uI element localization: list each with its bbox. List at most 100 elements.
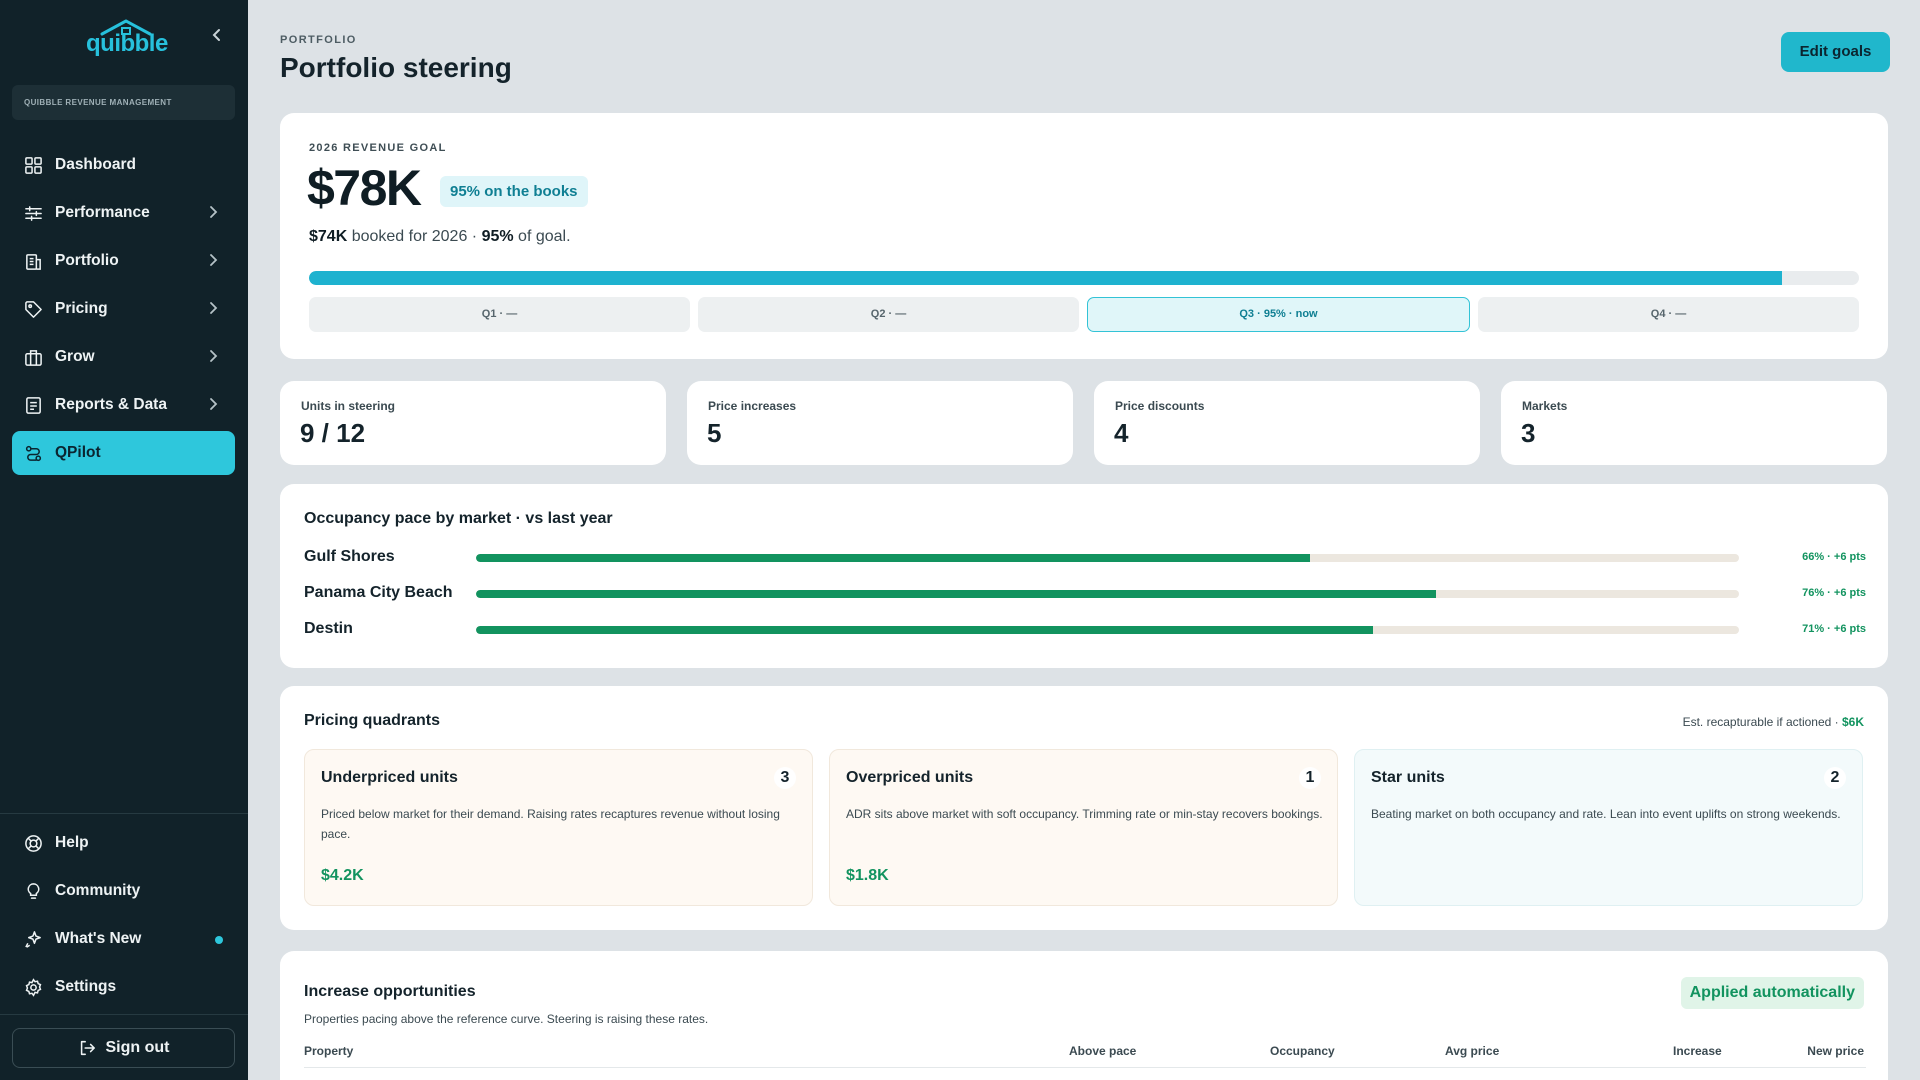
column-header-new-price[interactable]: New price — [1807, 1044, 1864, 1058]
sign-out-icon — [80, 1040, 95, 1056]
quadrant-count: 2 — [1824, 767, 1846, 789]
nav-label: Settings — [55, 978, 117, 995]
nav-item-reports-data[interactable]: Reports & Data — [12, 383, 235, 427]
column-header-property[interactable]: Property — [304, 1044, 353, 1058]
quarter-tabs: Q1 · — Q2 · — Q3 · 95% · now Q4 · — — [309, 297, 1859, 332]
quadrant-star[interactable]: Star units 2 Beating market on both occu… — [1354, 749, 1863, 906]
quadrant-description: Priced below market for their demand. Ra… — [321, 807, 780, 841]
booked-text: booked for 2026 · — [347, 228, 482, 245]
market-pace-bar — [476, 590, 1739, 598]
nav-item-whats-new[interactable]: What's New — [12, 917, 235, 961]
nav-item-grow[interactable]: Grow — [12, 335, 235, 379]
stat-card-price-discounts: Price discounts 4 — [1094, 381, 1480, 465]
goal-progress-fill — [309, 271, 1782, 285]
nav-item-portfolio[interactable]: Portfolio — [12, 239, 235, 283]
column-header-occupancy[interactable]: Occupancy — [1270, 1044, 1335, 1058]
nav-item-help[interactable]: Help — [12, 821, 235, 865]
revenue-goal-card: 2026 REVENUE GOAL $78K 95% on the books … — [280, 113, 1888, 359]
edit-goals-button[interactable]: Edit goals — [1781, 32, 1890, 72]
column-header-increase[interactable]: Increase — [1673, 1044, 1722, 1058]
quarter-q3[interactable]: Q3 · 95% · now — [1087, 297, 1470, 332]
quarter-q2[interactable]: Q2 · — — [698, 297, 1079, 332]
recapturable-value: $6K — [1841, 715, 1864, 729]
new-indicator-dot — [215, 936, 223, 944]
stat-card-units: Units in steering 9 / 12 — [280, 381, 666, 465]
nav-item-community[interactable]: Community — [12, 869, 235, 913]
org-label[interactable]: QUIBBLE REVENUE MANAGEMENT — [12, 85, 235, 120]
stat-value: 5 — [707, 418, 722, 448]
market-pace-value: 71% · +6 pts — [1802, 623, 1866, 635]
market-row: Panama City Beach 76% · +6 pts — [304, 582, 1866, 606]
market-pace-bar — [476, 626, 1739, 634]
goal-status-badge: 95% on the books — [440, 176, 588, 207]
collapse-sidebar-button[interactable] — [205, 24, 229, 48]
stat-value: 9 / 12 — [300, 418, 366, 448]
nav-item-dashboard[interactable]: Dashboard — [12, 143, 235, 187]
goal-percent: 95% — [481, 228, 514, 245]
lightbulb-icon — [27, 882, 40, 899]
nav-item-settings[interactable]: Settings — [12, 965, 235, 1009]
quibble-logo[interactable]: quibble — [86, 18, 168, 58]
stat-label: Markets — [1522, 399, 1568, 413]
report-icon — [26, 396, 41, 414]
quadrant-description: ADR sits above market with soft occupanc… — [846, 807, 1323, 821]
sidebar-divider — [0, 1014, 248, 1015]
goal-summary: $74K booked for 2026 · 95% of goal. — [309, 228, 571, 246]
stat-label: Price discounts — [1115, 399, 1205, 413]
increase-subtitle: Properties pacing above the reference cu… — [304, 1012, 709, 1026]
market-name: Destin — [304, 620, 353, 637]
sparkle-icon — [25, 930, 41, 948]
sign-out-button[interactable]: Sign out — [12, 1028, 235, 1068]
market-pace-value: 66% · +6 pts — [1802, 551, 1866, 563]
table-header-divider — [304, 1067, 1866, 1068]
quadrant-count: 3 — [774, 767, 796, 789]
stat-value: 4 — [1114, 418, 1129, 448]
goal-percent-suffix: of goal. — [513, 228, 571, 245]
chevron-right-icon — [210, 302, 218, 314]
column-header-above-pace[interactable]: Above pace — [1069, 1044, 1136, 1058]
market-pace-fill — [476, 554, 1310, 562]
logo-text: quibble — [86, 30, 168, 57]
stat-label: Units in steering — [301, 399, 396, 413]
briefcase-icon — [25, 349, 42, 366]
tag-icon — [25, 300, 42, 318]
nav-label: Help — [55, 834, 89, 851]
page-eyebrow: PORTFOLIO — [280, 34, 357, 46]
quadrant-title: Underpriced units — [321, 769, 458, 786]
quarter-q1[interactable]: Q1 · — — [309, 297, 690, 332]
building-icon — [26, 253, 41, 270]
nav-item-performance[interactable]: Performance — [12, 191, 235, 235]
sidebar-divider — [0, 813, 248, 814]
goal-progress-bar — [309, 271, 1859, 285]
nav-label: Community — [55, 882, 141, 899]
goal-value: $78K — [307, 160, 422, 216]
quarter-q4[interactable]: Q4 · — — [1478, 297, 1859, 332]
route-icon — [25, 445, 42, 461]
quadrants-title: Pricing quadrants — [304, 712, 441, 729]
nav-label: QPilot — [55, 444, 101, 461]
chevron-right-icon — [210, 254, 218, 266]
sliders-icon — [25, 205, 42, 221]
nav-label: Performance — [55, 204, 150, 221]
market-pace-bar — [476, 554, 1739, 562]
market-name: Gulf Shores — [304, 548, 395, 565]
column-header-avg-price[interactable]: Avg price — [1445, 1044, 1499, 1058]
stat-card-price-increases: Price increases 5 — [687, 381, 1073, 465]
goal-eyebrow: 2026 REVENUE GOAL — [309, 142, 447, 154]
quadrant-value: $1.8K — [846, 867, 889, 884]
main-content: PORTFOLIO Portfolio steering Edit goals … — [248, 0, 1920, 1080]
nav-item-pricing[interactable]: Pricing — [12, 287, 235, 331]
quadrant-overpriced[interactable]: Overpriced units 1 ADR sits above market… — [829, 749, 1338, 906]
nav-label: Grow — [55, 348, 95, 365]
market-row: Gulf Shores 66% · +6 pts — [304, 546, 1866, 570]
lifebuoy-icon — [25, 834, 42, 852]
secondary-nav: Help Community What's New Settings — [12, 821, 235, 1013]
occupancy-pace-card: Occupancy pace by market · vs last year … — [280, 484, 1888, 668]
grid-icon — [25, 156, 42, 174]
nav-label: Pricing — [55, 300, 108, 317]
chevron-right-icon — [210, 350, 218, 362]
gear-icon — [25, 977, 42, 997]
quadrant-underpriced[interactable]: Underpriced units 3 Priced below market … — [304, 749, 813, 906]
nav-item-qpilot[interactable]: QPilot — [12, 431, 235, 475]
nav-label: Dashboard — [55, 156, 136, 173]
